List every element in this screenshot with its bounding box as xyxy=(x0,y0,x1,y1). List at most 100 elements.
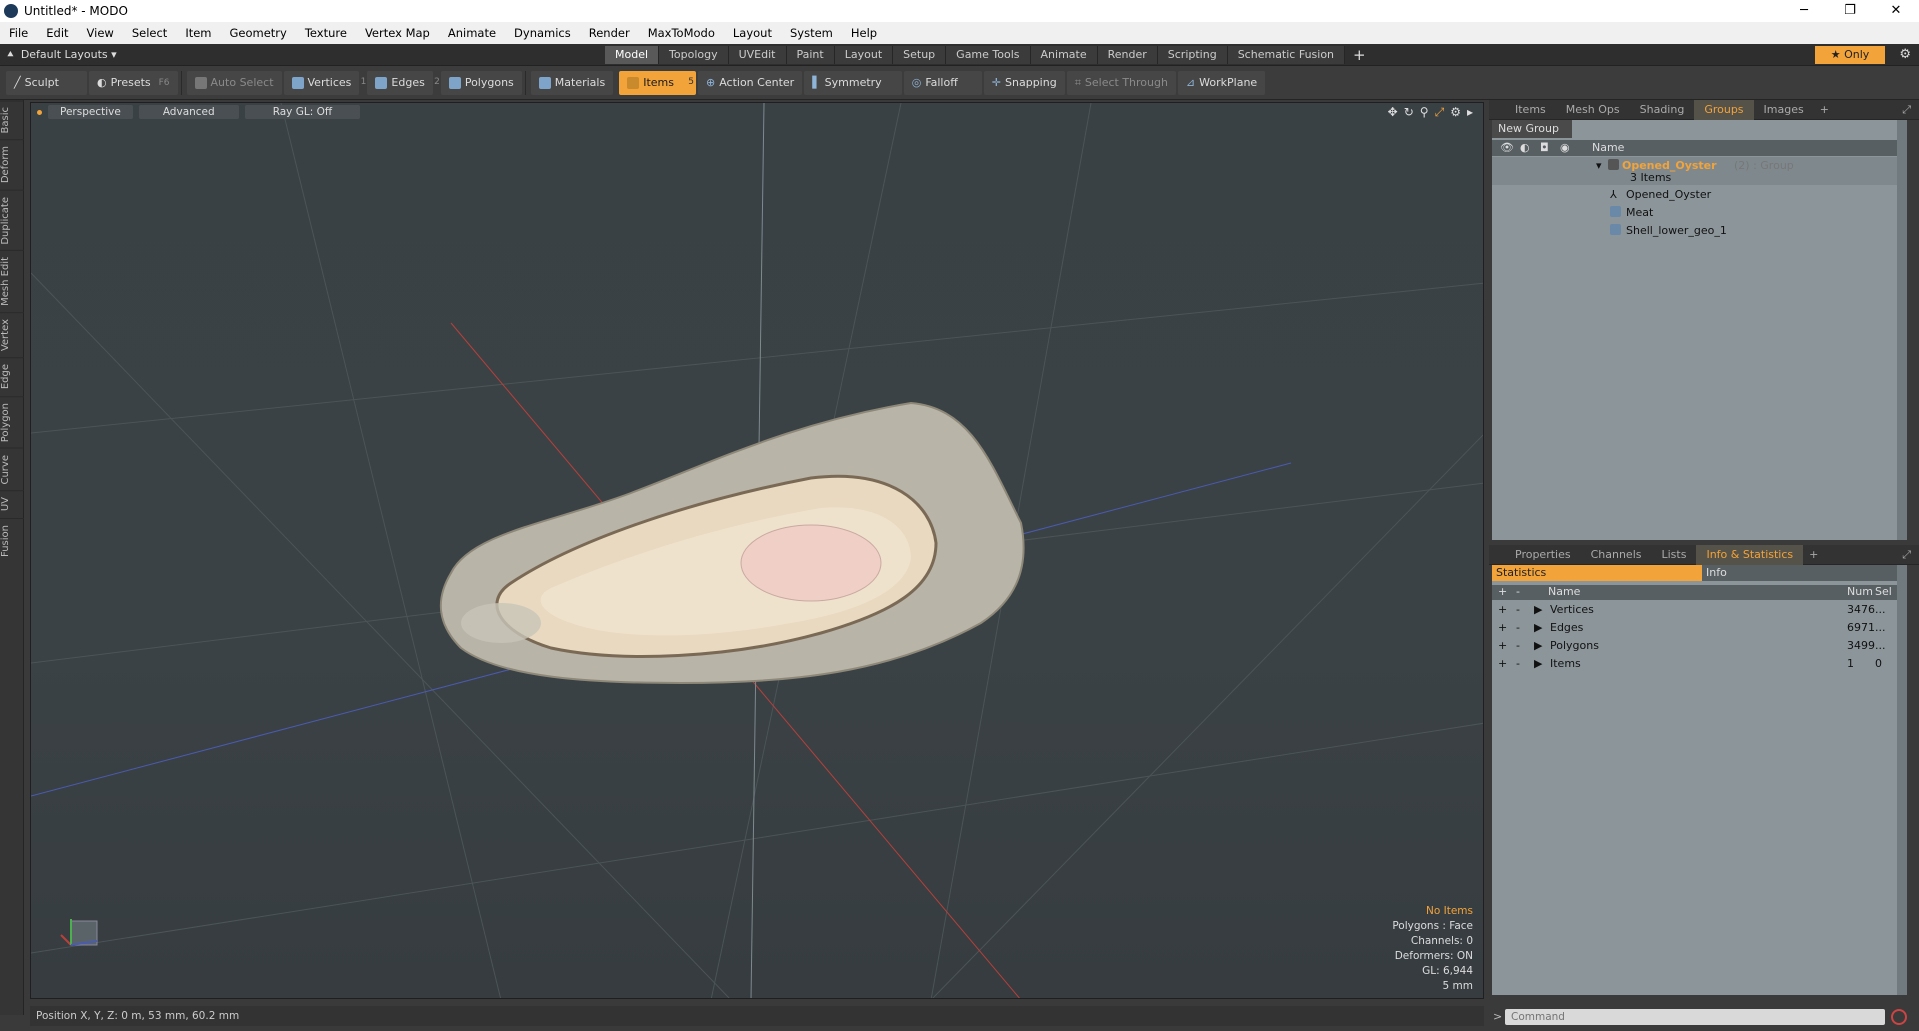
tab-mesh-ops[interactable]: Mesh Ops xyxy=(1556,100,1630,120)
statistics-scrollbar[interactable] xyxy=(1897,565,1907,995)
expand-right-icon[interactable]: ▸ xyxy=(1467,105,1473,120)
3d-viewport[interactable]: Perspective Advanced Ray GL: Off ✥ ↻ ⚲ ⤢… xyxy=(30,102,1484,999)
tab-layout[interactable]: Layout xyxy=(834,46,894,64)
add-panel-tab-button[interactable]: + xyxy=(1814,103,1835,116)
list-item[interactable]: Shell_lower_geo_1 xyxy=(1492,222,1907,240)
menu-texture[interactable]: Texture xyxy=(296,26,356,40)
add-tab-button[interactable]: + xyxy=(1345,46,1374,64)
symmetry-button[interactable]: ▌ Symmetry xyxy=(804,70,902,95)
expand-arrow-icon[interactable]: ▶ xyxy=(1534,657,1542,670)
action-center-button[interactable]: ⊕ Action Center xyxy=(697,70,803,95)
shading-dropdown[interactable]: Advanced xyxy=(138,105,239,119)
menu-layout[interactable]: Layout xyxy=(724,26,781,40)
tab-lists[interactable]: Lists xyxy=(1652,545,1697,565)
menu-vertex-map[interactable]: Vertex Map xyxy=(356,26,439,40)
menu-view[interactable]: View xyxy=(78,26,123,40)
vtab-basic[interactable]: Basic xyxy=(0,100,24,140)
tab-topology[interactable]: Topology xyxy=(659,46,729,64)
polygons-button[interactable]: Polygons xyxy=(440,70,522,95)
group-row[interactable]: ▾ Opened_Oyster (2) : Group 3 Items xyxy=(1492,157,1907,185)
stop-icon[interactable] xyxy=(1891,1009,1907,1025)
add-panel-tab-button[interactable]: + xyxy=(1803,548,1824,561)
pan-icon[interactable]: ✥ xyxy=(1388,105,1398,120)
expand-arrow-icon[interactable]: ▶ xyxy=(1534,639,1542,652)
menu-animate[interactable]: Animate xyxy=(439,26,505,40)
tab-model[interactable]: Model xyxy=(605,46,660,64)
maximize-button[interactable]: ❐ xyxy=(1827,0,1873,22)
panel-expand-icon[interactable]: ⤢ xyxy=(1902,548,1911,562)
tab-game-tools[interactable]: Game Tools xyxy=(946,46,1031,64)
tab-render[interactable]: Render xyxy=(1097,46,1158,64)
vtab-polygon[interactable]: Polygon xyxy=(0,395,24,448)
menu-edit[interactable]: Edit xyxy=(37,26,77,40)
table-row[interactable]: + - ▶ Edges 6971 ... xyxy=(1492,619,1907,636)
vtab-uv[interactable]: UV xyxy=(0,490,24,518)
menu-render[interactable]: Render xyxy=(580,26,639,40)
table-row[interactable]: + - ▶ Items 1 0 xyxy=(1492,655,1907,672)
tab-shading[interactable]: Shading xyxy=(1630,100,1695,120)
only-toggle-button[interactable]: ★ Only xyxy=(1815,46,1885,64)
add-icon[interactable]: + xyxy=(1498,639,1507,652)
vtab-edge[interactable]: Edge xyxy=(0,357,24,396)
list-item[interactable]: Meat xyxy=(1492,204,1907,222)
expand-arrow-icon[interactable]: ▶ xyxy=(1534,621,1542,634)
vertices-button[interactable]: Vertices 1 xyxy=(283,70,366,95)
snapping-button[interactable]: ✛ Snapping xyxy=(983,70,1065,95)
remove-icon[interactable]: - xyxy=(1516,621,1520,634)
falloff-button[interactable]: ◎ Falloff xyxy=(903,70,982,95)
oyster-model[interactable] xyxy=(439,401,1025,685)
add-icon[interactable]: + xyxy=(1498,621,1507,634)
table-row[interactable]: + - ▶ Polygons 3499 ... xyxy=(1492,637,1907,654)
tab-animate[interactable]: Animate xyxy=(1030,46,1098,64)
tab-images[interactable]: Images xyxy=(1754,100,1814,120)
tab-properties[interactable]: Properties xyxy=(1505,545,1581,565)
vtab-deform[interactable]: Deform xyxy=(0,139,24,190)
tab-schematic-fusion[interactable]: Schematic Fusion xyxy=(1227,46,1346,64)
zoom-icon[interactable]: ⚲ xyxy=(1420,105,1429,120)
minimize-button[interactable]: ─ xyxy=(1781,0,1827,22)
new-group-button[interactable]: New Group xyxy=(1492,120,1572,138)
remove-icon[interactable]: - xyxy=(1516,603,1520,616)
expand-arrow-icon[interactable]: ▶ xyxy=(1534,603,1542,616)
info-tab[interactable]: Info xyxy=(1702,565,1907,581)
sculpt-button[interactable]: ╱ Sculpt xyxy=(6,70,87,95)
vtab-vertex[interactable]: Vertex xyxy=(0,312,24,358)
statistics-tab[interactable]: Statistics xyxy=(1492,565,1702,581)
items-button[interactable]: Items 5 xyxy=(619,70,696,95)
edges-button[interactable]: Edges 2 xyxy=(367,70,440,95)
add-icon[interactable]: + xyxy=(1498,603,1507,616)
auto-select-button[interactable]: Auto Select xyxy=(186,70,282,95)
rotate-icon[interactable]: ↻ xyxy=(1404,105,1414,120)
tab-paint[interactable]: Paint xyxy=(786,46,835,64)
panel-expand-icon[interactable]: ⤢ xyxy=(1902,103,1911,117)
tab-channels[interactable]: Channels xyxy=(1581,545,1652,565)
menu-maxtomodo[interactable]: MaxToModo xyxy=(639,26,724,40)
vtab-curve[interactable]: Curve xyxy=(0,447,24,491)
menu-item[interactable]: Item xyxy=(176,26,220,40)
list-item[interactable]: ⅄ Opened_Oyster xyxy=(1492,186,1907,204)
remove-icon[interactable]: - xyxy=(1516,639,1520,652)
select-through-button[interactable]: ⌗ Select Through xyxy=(1066,70,1176,95)
vtab-duplicate[interactable]: Duplicate xyxy=(0,189,24,251)
viewport-settings-icon[interactable]: ⚙ xyxy=(1450,105,1461,120)
layout-selector[interactable]: ⯅ Default Layouts ▾ xyxy=(6,48,117,62)
menu-help[interactable]: Help xyxy=(842,26,886,40)
command-input[interactable] xyxy=(1505,1009,1885,1025)
materials-button[interactable]: Materials xyxy=(530,70,614,95)
add-icon[interactable]: + xyxy=(1498,657,1507,670)
menu-dynamics[interactable]: Dynamics xyxy=(505,26,580,40)
viewport-menu-dot[interactable] xyxy=(37,109,42,115)
vtab-mesh-edit[interactable]: Mesh Edit xyxy=(0,250,24,313)
menu-select[interactable]: Select xyxy=(123,26,176,40)
view-mode-dropdown[interactable]: Perspective xyxy=(48,105,133,119)
vtab-fusion[interactable]: Fusion xyxy=(0,517,24,563)
tab-setup[interactable]: Setup xyxy=(893,46,947,64)
close-button[interactable]: ✕ xyxy=(1873,0,1919,22)
tab-items[interactable]: Items xyxy=(1505,100,1556,120)
tab-info-statistics[interactable]: Info & Statistics xyxy=(1696,544,1804,565)
menu-file[interactable]: File xyxy=(0,26,37,40)
remove-icon[interactable]: - xyxy=(1516,657,1520,670)
tab-uvedit[interactable]: UVEdit xyxy=(728,46,787,64)
gear-icon[interactable]: ⚙ xyxy=(1899,46,1911,64)
table-row[interactable]: + - ▶ Vertices 3476 ... xyxy=(1492,601,1907,618)
